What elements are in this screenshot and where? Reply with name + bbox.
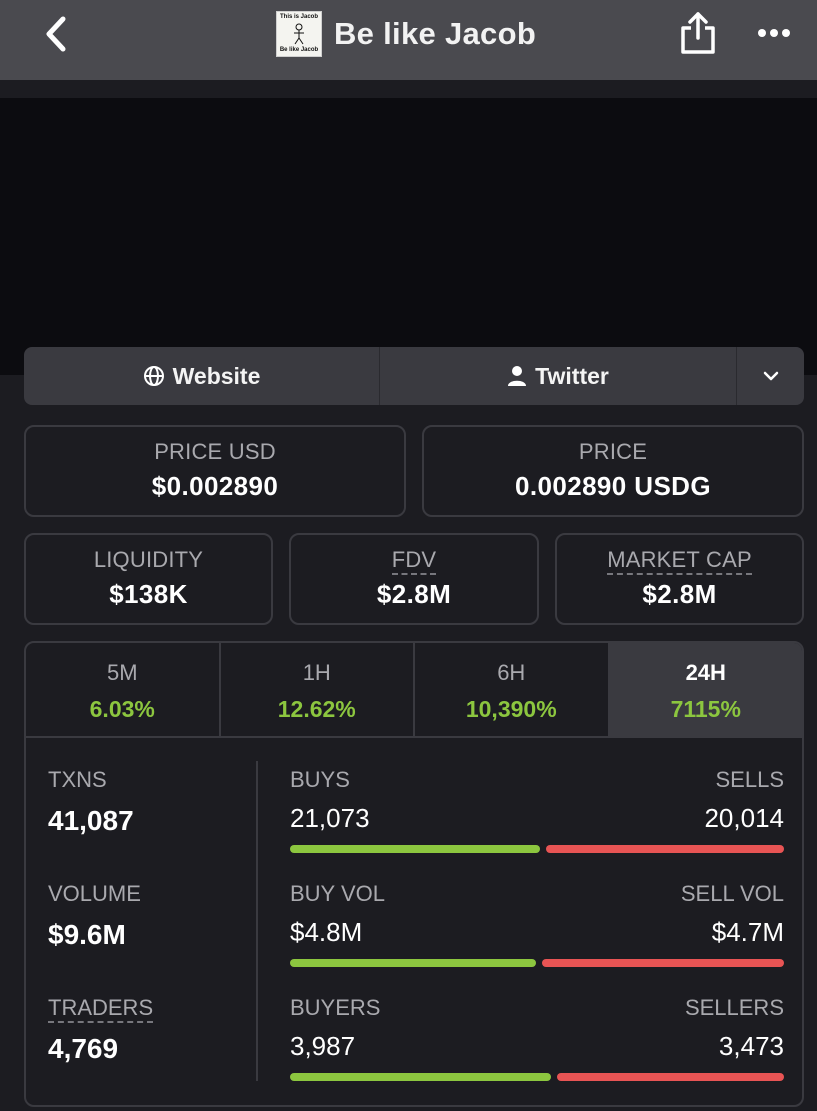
tab-change: 6.03% <box>89 696 155 722</box>
stick-figure-icon <box>294 23 304 45</box>
sells-bar <box>546 845 784 853</box>
traders-metric: TRADERS 4,769 <box>48 995 228 1105</box>
buys-label: BUYS <box>290 767 350 792</box>
breakdown-column: BUYS SELLS 21,073 20,014 BUY VOL SELL VO… <box>290 767 784 1105</box>
tab-24h[interactable]: 24H 7115% <box>609 643 802 736</box>
price-native-value: 0.002890 USDG <box>515 471 711 501</box>
buy-vol-value: $4.8M <box>290 917 363 947</box>
totals-column: TXNS 41,087 VOLUME $9.6M TRADERS 4,769 <box>48 767 228 1105</box>
tab-change: 10,390% <box>465 696 557 722</box>
timeframe-tabs: 5M 6.03% 1H 12.62% 6H 10,390% 24H 7115% <box>26 643 802 738</box>
tab-6h[interactable]: 6H 10,390% <box>415 643 610 736</box>
links-bar: Website Twitter <box>24 347 804 405</box>
tab-label: 6H <box>497 660 526 685</box>
sells-value: 20,014 <box>704 803 784 833</box>
tab-5m[interactable]: 5M 6.03% <box>26 643 221 736</box>
price-usd-value: $0.002890 <box>151 471 279 501</box>
tab-change: 7115% <box>670 696 741 722</box>
price-usd-label: PRICE USD <box>154 439 276 464</box>
liquidity-card: LIQUIDITY $138K <box>24 533 273 625</box>
stats-panel: 5M 6.03% 1H 12.62% 6H 10,390% 24H 7115% … <box>24 641 804 1107</box>
fdv-label[interactable]: FDV <box>391 547 437 575</box>
user-icon <box>508 366 527 386</box>
fdv-value: $2.8M <box>376 579 452 609</box>
more-options-button[interactable] <box>752 18 796 48</box>
page-title: Be like Jacob <box>334 16 537 51</box>
tab-label: 1H <box>302 660 331 685</box>
globe-icon <box>143 366 164 386</box>
header-gap <box>0 80 817 98</box>
buyers-bar <box>290 1073 551 1081</box>
column-divider <box>256 761 258 1081</box>
buyers-sellers-row: BUYERS SELLERS 3,987 3,473 <box>290 995 784 1105</box>
chevron-down-icon <box>763 371 778 381</box>
title-group: This is Jacob Be like Jacob Be like Jaco… <box>276 10 536 58</box>
sell-vol-bar <box>542 959 784 967</box>
market-cap-label[interactable]: MARKET CAP <box>607 547 752 575</box>
txns-metric: TXNS 41,087 <box>48 767 228 881</box>
buyers-label: BUYERS <box>290 995 381 1020</box>
share-icon <box>681 12 715 54</box>
price-native-card: PRICE 0.002890 USDG <box>422 425 804 517</box>
tab-label: 5M <box>106 660 138 685</box>
sell-vol-label: SELL VOL <box>680 881 784 906</box>
token-logo-bottom-text: Be like Jacob <box>279 47 319 53</box>
traders-label[interactable]: TRADERS <box>48 995 154 1023</box>
twitter-button[interactable]: Twitter <box>380 347 737 405</box>
share-button[interactable] <box>678 10 718 56</box>
tab-1h[interactable]: 1H 12.62% <box>221 643 415 736</box>
tab-label: 24H <box>685 660 726 685</box>
buy-vol-label: BUY VOL <box>290 881 385 906</box>
token-logo: This is Jacob Be like Jacob <box>276 11 322 57</box>
txns-value: 41,087 <box>48 805 134 836</box>
traders-value: 4,769 <box>48 1033 119 1064</box>
price-usd-card: PRICE USD $0.002890 <box>24 425 406 517</box>
fdv-card[interactable]: FDV $2.8M <box>289 533 539 625</box>
liquidity-label: LIQUIDITY <box>93 547 204 572</box>
volume-split-row: BUY VOL SELL VOL $4.8M $4.7M <box>290 881 784 995</box>
volume-value: $9.6M <box>48 919 126 950</box>
chevron-left-icon <box>46 16 66 52</box>
website-button[interactable]: Website <box>24 347 380 405</box>
sellers-bar <box>556 1073 784 1081</box>
market-cap-card[interactable]: MARKET CAP $2.8M <box>555 533 804 625</box>
website-label: Website <box>172 362 261 389</box>
buys-sells-row: BUYS SELLS 21,073 20,014 <box>290 767 784 881</box>
tab-change: 12.62% <box>277 696 356 722</box>
chart-area[interactable] <box>0 98 817 375</box>
token-logo-top-text: This is Jacob <box>279 14 318 20</box>
top-bar: This is Jacob Be like Jacob Be like Jaco… <box>0 0 817 80</box>
buys-value: 21,073 <box>290 803 370 833</box>
twitter-label: Twitter <box>535 362 609 389</box>
sellers-label: SELLERS <box>684 995 784 1020</box>
sellers-value: 3,473 <box>718 1031 784 1061</box>
buyers-value: 3,987 <box>290 1031 356 1061</box>
sells-label: SELLS <box>715 767 785 792</box>
ellipsis-icon <box>758 29 790 37</box>
buys-bar <box>290 845 541 853</box>
back-button[interactable] <box>36 14 76 54</box>
more-links-button[interactable] <box>737 347 804 405</box>
volume-metric: VOLUME $9.6M <box>48 881 228 995</box>
txns-label: TXNS <box>48 767 107 792</box>
buy-vol-bar <box>290 959 537 967</box>
price-native-label: PRICE <box>578 439 648 464</box>
volume-label: VOLUME <box>48 881 141 906</box>
liquidity-value: $138K <box>109 579 188 609</box>
market-cap-value: $2.8M <box>642 579 717 609</box>
sell-vol-value: $4.7M <box>711 917 784 947</box>
